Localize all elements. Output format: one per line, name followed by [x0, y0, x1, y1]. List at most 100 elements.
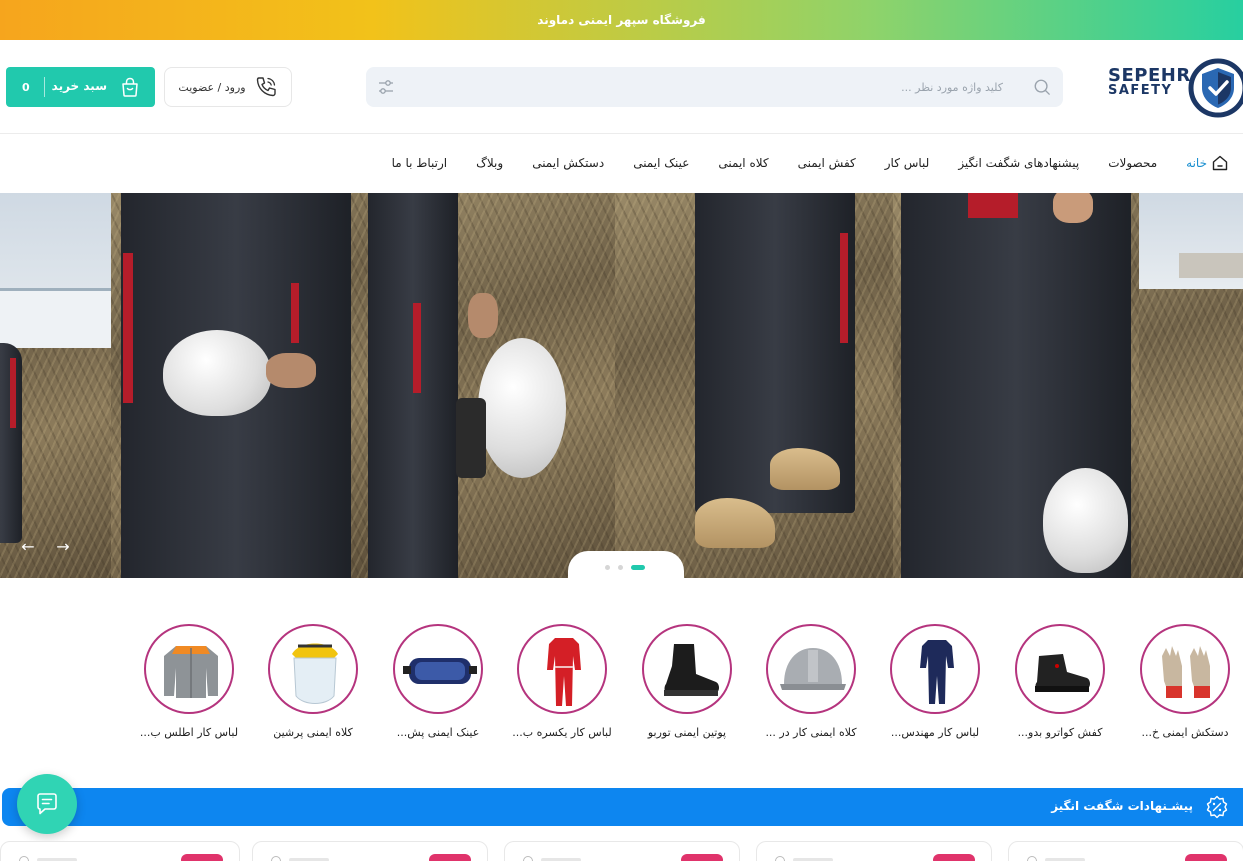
shield-check-icon [1188, 58, 1243, 118]
category-strip: دستکش ایمنی خ... کفش کواترو بدو... لباس … [0, 620, 1243, 750]
compare-icon[interactable] [775, 856, 785, 861]
category-item[interactable]: کفش کواترو بدو... [1005, 620, 1115, 750]
shopping-bag-icon [122, 77, 138, 97]
nav-label: ارتباط با ما [391, 156, 448, 170]
category-image [1015, 624, 1105, 714]
category-label: پوتین ایمنی توربو [647, 726, 727, 739]
category-label: عینک ایمنی پش... [396, 726, 480, 739]
category-image [144, 624, 234, 714]
category-item[interactable]: لباس کار اطلس ب... [134, 620, 244, 750]
category-item[interactable]: کلاه ایمنی پرشین [258, 620, 368, 750]
cart-count-badge: 0 [22, 81, 30, 94]
product-card[interactable] [504, 841, 740, 861]
category-item[interactable]: کلاه ایمنی کار در ... [756, 620, 866, 750]
discount-badge-icon [1206, 795, 1228, 819]
nav-item-safety-helmet[interactable]: کلاه ایمنی [718, 156, 768, 170]
nav-label: کلاه ایمنی [718, 156, 769, 170]
nav-label: وبلاگ [476, 156, 504, 170]
boot-icon [664, 644, 719, 696]
nav-label: پیشنهادهای شگفت انگیز [958, 156, 1080, 170]
nav-label: عینک ایمنی [633, 156, 690, 170]
category-item[interactable]: عینک ایمنی پش... [383, 620, 493, 750]
jacket-icon [164, 646, 218, 698]
filter-icon[interactable] [378, 79, 394, 95]
category-label: لباس کار اطلس ب... [139, 726, 239, 739]
nav-label: کفش ایمنی [797, 156, 856, 170]
category-label: کلاه ایمنی پرشین [273, 726, 353, 739]
helmet-icon [780, 648, 846, 690]
category-image [766, 624, 856, 714]
product-card[interactable] [252, 841, 488, 861]
cart-label: سبد خرید [51, 79, 107, 93]
main-nav: خانه محصولات پیشنهادهای شگفت انگیز لباس … [0, 135, 1243, 191]
logo[interactable]: SEPEHR SAFETY [1108, 58, 1243, 118]
home-icon [1212, 155, 1228, 171]
face-shield-icon [292, 643, 338, 704]
compare-icon[interactable] [1027, 856, 1037, 861]
category-item[interactable]: دستکش ایمنی خ... [1130, 620, 1240, 750]
nav-item-safety-shoes[interactable]: کفش ایمنی [798, 156, 856, 170]
nav-item-safety-gloves[interactable]: دستکش ایمنی [532, 156, 604, 170]
discount-badge [681, 854, 723, 861]
category-label: لباس کار یکسره ب... [512, 726, 612, 739]
slider-next-button[interactable]: → [53, 537, 73, 557]
slider-prev-button[interactable]: ← [18, 537, 38, 557]
chat-icon [37, 793, 57, 815]
cart-button[interactable]: سبد خرید 0 [6, 67, 155, 107]
nav-item-products[interactable]: محصولات [1108, 156, 1157, 170]
compare-icon[interactable] [271, 856, 281, 861]
hero-slider[interactable] [0, 193, 1243, 578]
slider-dot-active[interactable] [631, 565, 645, 570]
discount-badge [1185, 854, 1227, 861]
red-coverall-icon [547, 638, 581, 706]
gloves-icon [1162, 646, 1210, 698]
slide-panel [893, 193, 1139, 578]
promo-title: پیشـنهادات شگفت انگیز [1051, 799, 1193, 813]
product-card[interactable] [0, 841, 240, 861]
slide-panel [368, 193, 615, 578]
nav-item-blog[interactable]: وبلاگ [476, 156, 503, 170]
slider-dot[interactable] [605, 565, 610, 570]
shoe-icon [1035, 654, 1090, 692]
slide-panel [615, 193, 893, 578]
search-icon[interactable] [1033, 78, 1051, 96]
nav-item-work-clothes[interactable]: لباس کار [885, 156, 930, 170]
login-button[interactable]: ورود / عضویت [164, 67, 292, 107]
category-image [1140, 624, 1230, 714]
category-label: لباس کار مهندس... [890, 726, 980, 739]
coverall-icon [920, 640, 954, 704]
category-image [642, 624, 732, 714]
nav-item-contact[interactable]: ارتباط با ما [392, 156, 448, 170]
category-label: کفش کواترو بدو... [1017, 726, 1103, 739]
goggles-icon [403, 658, 477, 684]
search-bar[interactable] [366, 67, 1063, 107]
slider-dots-container [568, 551, 684, 579]
slide-panel [111, 193, 368, 578]
product-card[interactable] [1008, 841, 1243, 861]
compare-icon[interactable] [19, 856, 29, 861]
slide-panel [0, 193, 111, 578]
amazing-offers-bar[interactable]: پیشـنهادات شگفت انگیز [2, 788, 1243, 826]
phone-icon [256, 77, 276, 97]
category-item[interactable]: لباس کار یکسره ب... [507, 620, 617, 750]
product-card[interactable] [756, 841, 992, 861]
nav-label: دستکش ایمنی [532, 156, 605, 170]
nav-item-home[interactable]: خانه [1186, 154, 1229, 172]
nav-label: لباس کار [884, 156, 930, 170]
discount-badge [181, 854, 223, 861]
header: SEPEHR SAFETY ورود / عضویت [0, 40, 1243, 134]
top-banner: فروشگاه سپهر ایمنی دماوند [0, 0, 1243, 40]
nav-item-amazing-offers[interactable]: پیشنهادهای شگفت انگیز [958, 156, 1079, 170]
discount-badge [933, 854, 975, 861]
compare-icon[interactable] [523, 856, 533, 861]
banner-text: فروشگاه سپهر ایمنی دماوند [537, 13, 706, 27]
category-item[interactable]: پوتین ایمنی توربو [632, 620, 742, 750]
category-image [268, 624, 358, 714]
chat-button[interactable] [17, 774, 77, 834]
category-item[interactable]: لباس کار مهندس... [880, 620, 990, 750]
nav-label: خانه [1186, 156, 1207, 170]
nav-item-safety-glasses[interactable]: عینک ایمنی [633, 156, 689, 170]
search-input[interactable] [443, 67, 1003, 107]
category-label: کلاه ایمنی کار در ... [765, 726, 857, 739]
slider-dot[interactable] [618, 565, 623, 570]
